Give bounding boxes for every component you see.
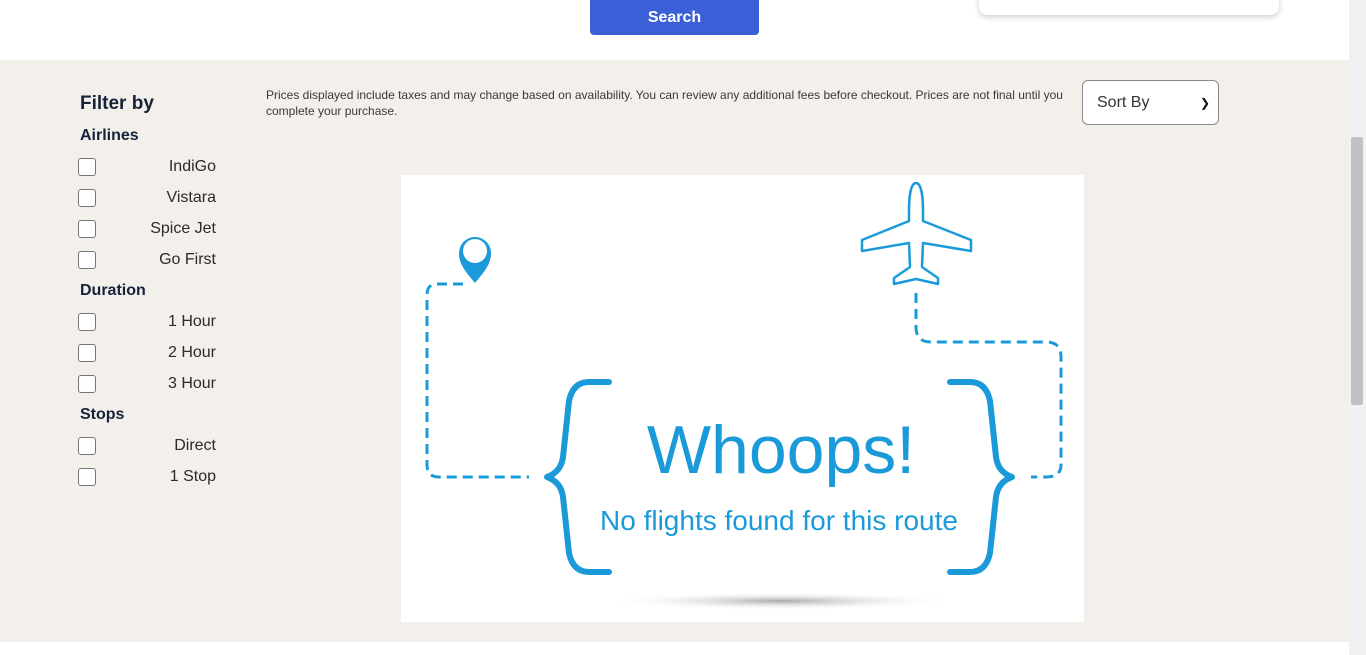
checkbox-1-stop[interactable]	[78, 468, 96, 486]
checkbox-go-first[interactable]	[78, 251, 96, 269]
checkbox-direct[interactable]	[78, 437, 96, 455]
location-pin-icon	[459, 237, 491, 283]
airplane-icon	[860, 181, 973, 286]
price-notice: Prices displayed include taxes and may c…	[266, 88, 1063, 118]
checkbox-vistara[interactable]	[78, 189, 96, 207]
stops-heading: Stops	[80, 406, 125, 423]
results-section: Filter by Airlines IndiGo Vistara Spice …	[0, 60, 1349, 642]
empty-state-subtitle: No flights found for this route	[600, 505, 958, 536]
option-label-go-first: Go First	[159, 251, 216, 268]
option-label-1-hour: 1 Hour	[167, 313, 216, 330]
search-button[interactable]: Search	[590, 0, 759, 35]
no-flights-graphic: Whoops! No flights found for this route	[425, 181, 1063, 610]
duration-heading: Duration	[80, 282, 146, 299]
checkbox-indigo[interactable]	[78, 158, 96, 176]
footer-strip	[0, 642, 1349, 655]
option-label-2-hour: 2 Hour	[167, 344, 216, 361]
scrollbar-thumb[interactable]	[1351, 137, 1363, 405]
sort-select-value: Sort By	[1097, 93, 1150, 111]
filter-title: Filter by	[80, 93, 154, 114]
option-label-indigo: IndiGo	[168, 158, 216, 175]
option-label-direct: Direct	[174, 437, 216, 454]
sort-select[interactable]: Sort By ❯	[1082, 80, 1219, 125]
checkbox-1-hour[interactable]	[78, 313, 96, 331]
option-label-3-hour: 3 Hour	[167, 375, 216, 392]
no-flights-illustration: Whoops! No flights found for this route	[401, 175, 1084, 622]
dropdown-panel	[979, 0, 1279, 15]
airlines-heading: Airlines	[80, 127, 139, 144]
option-label-1-stop: 1 Stop	[169, 468, 216, 485]
checkbox-spice-jet[interactable]	[78, 220, 96, 238]
empty-state-title: Whoops!	[647, 412, 915, 488]
checkbox-3-hour[interactable]	[78, 375, 96, 393]
chevron-down-icon: ❯	[1199, 95, 1210, 110]
option-label-spice-jet: Spice Jet	[150, 220, 216, 237]
top-bar: Search	[0, 0, 1349, 60]
option-label-vistara: Vistara	[166, 189, 216, 206]
checkbox-2-hour[interactable]	[78, 344, 96, 362]
